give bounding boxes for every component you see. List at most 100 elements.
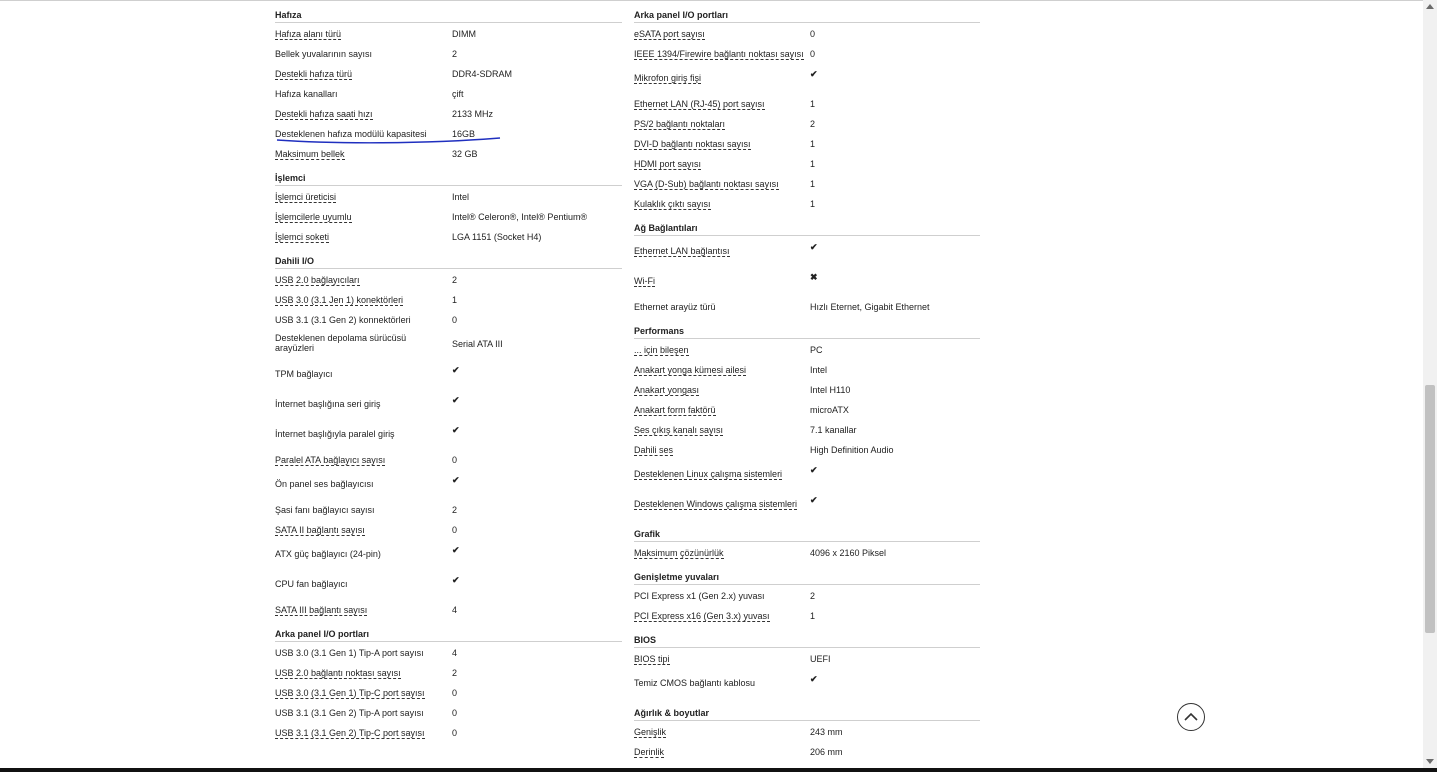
spec-name[interactable]: VGA (D-Sub) bağlantı noktası sayısı [634,179,779,190]
spec-name[interactable]: Kulaklık çıktı sayısı [634,199,711,210]
spec-name[interactable]: BIOS tipi [634,654,670,665]
spec-section-i-slemci: İşlemci İşlemci üreticisi Intel İşlemcilerl… [275,163,622,246]
spec-value: 2 [810,591,816,601]
spec-row: eSATA port sayısı 0 [634,23,980,43]
spec-name[interactable]: eSATA port sayısı [634,29,705,40]
checkmark-icon: ✔ [810,465,818,475]
spec-value: 1 [810,179,816,189]
spec-name: Ethernet arayüz türü [634,302,716,312]
spec-section-bios: BIOS BIOS tipi UEFI Temiz CMOS bağlantı kab… [634,625,980,698]
section-title: Arka panel I/O portları [275,619,622,642]
spec-name[interactable]: USB 2.0 bağlayıcıları [275,275,360,286]
spec-name[interactable]: Ses çıkış kanalı sayısı [634,425,724,436]
spec-name[interactable]: İşlemcilerle uyumlu [275,212,352,223]
spec-value: 2 [452,668,458,678]
spec-name[interactable]: Derinlik [634,747,665,758]
spec-value: DDR4-SDRAM [452,69,513,79]
spec-name[interactable]: Dahili ses [634,445,674,456]
spec-value: microATX [810,405,849,415]
spec-name: PCI Express x1 (Gen 2.x) yuvası [634,591,765,601]
spec-name[interactable]: USB 2.0 bağlantı noktası sayısı [275,668,401,679]
spec-row: Hafıza kanalları çift [275,83,622,103]
spec-value: 0 [452,315,458,325]
spec-value: 206 mm [810,747,843,757]
spec-name[interactable]: Maksimum çözünürlük [634,548,724,559]
checkmark-icon: ✔ [810,69,818,79]
spec-name[interactable]: Desteklenen Windows çalışma sistemleri [634,499,798,510]
spec-row: Ethernet LAN bağlantısı ✔ [634,236,980,266]
spec-name[interactable]: Destekli hafıza türü [275,69,353,80]
spec-name[interactable]: Anakart form faktörü [634,405,716,416]
spec-name[interactable]: USB 3.1 (3.1 Gen 2) Tip-C port sayısı [275,728,425,739]
spec-value: Intel [810,365,828,375]
handwritten-underline-annotation [276,137,501,144]
scrollbar-thumb[interactable] [1425,385,1435,633]
spec-name[interactable]: PCI Express x16 (Gen 3.x) yuvası [634,611,770,622]
spec-name[interactable]: ... için bileşen [634,345,689,356]
spec-name: Bellek yuvalarının sayısı [275,49,373,59]
checkmark-icon: ✔ [452,365,460,375]
spec-row: USB 3.1 (3.1 Gen 2) Tip-C port sayısı 0 [275,722,622,742]
spec-row: CPU fan bağlayıcı ✔ [275,569,622,599]
spec-name[interactable]: HDMI port sayısı [634,159,702,170]
spec-name[interactable]: Destekli hafıza saati hızı [275,109,373,120]
spec-row: USB 3.0 (3.1 Gen 1) Tip-A port sayısı 4 [275,642,622,662]
spec-name[interactable]: Maksimum bellek [275,149,345,160]
spec-name[interactable]: Hafıza alanı türü [275,29,342,40]
spec-name: İnternet başlığıyla paralel giriş [275,429,395,439]
section-title: Dahili I/O [275,246,622,269]
spec-row: PCI Express x1 (Gen 2.x) yuvası 2 [634,585,980,605]
scroll-down-arrow-icon[interactable] [1426,759,1434,764]
section-title: Performans [634,316,980,339]
spec-section-arka-panel-i-o-portlari: Arka panel I/O portları USB 3.0 (3.1 Gen … [275,619,622,742]
spec-name[interactable]: Wi-Fi [634,276,655,287]
spec-row: ... için bileşen PC [634,339,980,359]
spec-name[interactable]: PS/2 bağlantı noktaları [634,119,726,130]
spec-name[interactable]: DVI-D bağlantı noktası sayısı [634,139,751,150]
spec-name[interactable]: Ethernet LAN (RJ-45) port sayısı [634,99,765,110]
section-title: Genişletme yuvaları [634,562,980,585]
section-title: İşlemci [275,163,622,186]
spec-name[interactable]: SATA II bağlantı sayısı [275,525,365,536]
spec-name: USB 3.0 (3.1 Gen 1) Tip-A port sayısı [275,648,424,658]
spec-name[interactable]: Genişlik [634,727,667,738]
spec-value: 2 [810,119,816,129]
spec-name[interactable]: USB 3.0 (3.1 Gen 1) Tip-C port sayısı [275,688,425,699]
spec-name[interactable]: Anakart yongası [634,385,700,396]
spec-value: High Definition Audio [810,445,894,455]
spec-name[interactable]: İşlemci üreticisi [275,192,337,203]
spec-name[interactable]: İşlemci soketi [275,232,330,243]
spec-name[interactable]: Ethernet LAN bağlantısı [634,246,730,257]
spec-row: Genişlik 243 mm [634,721,980,741]
spec-value: 0 [452,688,458,698]
spec-value: UEFI [810,654,831,664]
page-scrollbar[interactable] [1423,0,1437,768]
scroll-up-arrow-icon[interactable] [1426,4,1434,9]
spec-row: İnternet başlığına seri giriş ✔ [275,389,622,419]
section-title: BIOS [634,625,980,648]
spec-name[interactable]: Paralel ATA bağlayıcı sayısı [275,455,386,466]
spec-name[interactable]: Mikrofon giriş fişi [634,73,702,84]
spec-name: TPM bağlayıcı [275,369,333,379]
spec-value: Intel H110 [810,385,851,395]
spec-row: PCI Express x16 (Gen 3.x) yuvası 1 [634,605,980,625]
spec-row: TPM bağlayıcı ✔ [275,359,622,389]
spec-row: USB 3.0 (3.1 Jen 1) konektörleri 1 [275,289,622,309]
bottom-bar [0,768,1437,772]
spec-column-right: Arka panel I/O portları eSATA port sayısı… [634,0,980,761]
spec-value: Serial ATA III [452,339,503,349]
spec-name[interactable]: SATA III bağlantı sayısı [275,605,368,616]
spec-row: Derinlik 206 mm [634,741,980,761]
spec-value: Intel [452,192,470,202]
spec-name[interactable]: USB 3.0 (3.1 Jen 1) konektörleri [275,295,404,306]
spec-name[interactable]: IEEE 1394/Firewire bağlantı noktası sayı… [634,49,804,60]
spec-name[interactable]: Anakart yonga kümesi ailesi [634,365,747,376]
spec-row: USB 2.0 bağlayıcıları 2 [275,269,622,289]
spec-value: 243 mm [810,727,843,737]
spec-row: Hafıza alanı türü DIMM [275,23,622,43]
spec-row: BIOS tipi UEFI [634,648,980,668]
spec-value: 4 [452,648,458,658]
spec-row: DVI-D bağlantı noktası sayısı 1 [634,133,980,153]
scroll-to-top-button[interactable] [1177,703,1205,731]
spec-name[interactable]: Desteklenen Linux çalışma sistemleri [634,469,783,480]
